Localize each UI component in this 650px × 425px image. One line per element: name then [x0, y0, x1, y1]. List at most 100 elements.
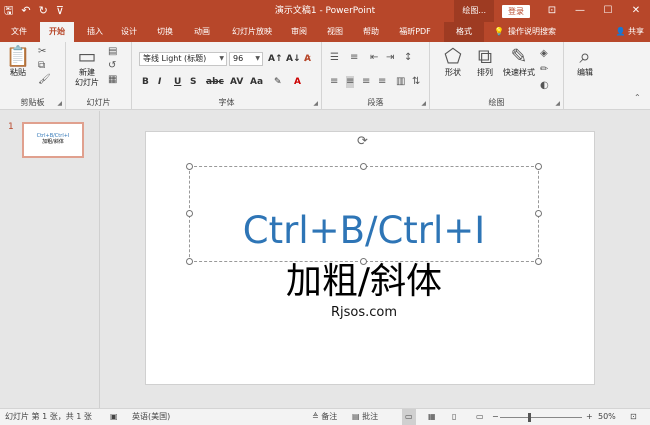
tab-help[interactable]: 帮助: [356, 22, 386, 42]
clipboard-launcher-icon[interactable]: ◢: [57, 100, 62, 107]
tab-animations[interactable]: 动画: [186, 22, 218, 42]
align-left-icon[interactable]: ≡: [330, 76, 338, 88]
minimize-icon[interactable]: —: [566, 0, 594, 22]
decrease-indent-icon[interactable]: ⇤: [370, 52, 378, 64]
font-group-label: 字体: [218, 98, 235, 107]
zoom-slider-track[interactable]: [500, 417, 582, 418]
slide-subtitle-text[interactable]: 加粗/斜体: [190, 260, 538, 304]
login-button[interactable]: 登录: [502, 4, 530, 18]
paste-button[interactable]: 📋 粘贴: [4, 44, 32, 78]
arrange-label: 排列: [477, 68, 493, 77]
normal-view-icon[interactable]: ▭: [402, 409, 416, 425]
justify-icon[interactable]: ≡: [378, 76, 386, 88]
spelling-icon[interactable]: ▣: [110, 409, 118, 425]
new-slide-button[interactable]: ▭ 新建 幻灯片: [70, 44, 104, 88]
thumbnail-line-2: 加粗/斜体: [42, 139, 64, 145]
section-icon[interactable]: ▦: [108, 74, 117, 86]
reading-view-icon[interactable]: ▯: [452, 409, 456, 425]
shadow-icon[interactable]: S: [190, 76, 196, 88]
increase-indent-icon[interactable]: ⇥: [386, 52, 394, 64]
close-icon[interactable]: ✕: [622, 0, 650, 22]
zoom-out-icon[interactable]: −: [492, 409, 499, 425]
quick-styles-button[interactable]: ✎ 快速样式: [500, 44, 538, 78]
tab-review[interactable]: 审阅: [284, 22, 314, 42]
align-right-icon[interactable]: ≡: [362, 76, 370, 88]
ribbon-display-icon[interactable]: ⊡: [538, 0, 566, 22]
notes-label: 备注: [321, 412, 338, 421]
new-slide-label-2: 幻灯片: [75, 78, 99, 87]
shapes-button[interactable]: ⬠ 形状: [438, 44, 468, 78]
layout-icon[interactable]: ▤: [108, 46, 117, 58]
resize-handle[interactable]: [535, 163, 542, 170]
tab-slideshow[interactable]: 幻灯片放映: [224, 22, 280, 42]
italic-icon[interactable]: I: [158, 76, 161, 88]
zoom-slider-thumb[interactable]: [528, 413, 531, 422]
copy-icon[interactable]: ⧉: [38, 60, 45, 72]
resize-handle[interactable]: [186, 163, 193, 170]
clipboard-group-label: 剪贴板: [20, 98, 45, 107]
editing-label: 编辑: [577, 68, 593, 77]
slide-website-text[interactable]: Rjsos.com: [190, 305, 538, 321]
editing-button[interactable]: ⌕ 编辑: [568, 44, 602, 78]
zoom-in-icon[interactable]: +: [586, 409, 593, 425]
slide-number: 1: [8, 122, 14, 132]
font-name-value: 等线 Light (标题): [143, 54, 207, 63]
tab-foxit-pdf[interactable]: 福昕PDF: [392, 22, 438, 42]
line-spacing-icon[interactable]: ↕: [404, 52, 412, 64]
slide-thumbnail[interactable]: Ctrl+B/Ctrl+I 加粗/斜体: [22, 122, 84, 158]
clipboard-group: 📋 粘贴 ✂ ⧉ 🖌 剪贴板 ◢: [0, 42, 66, 110]
tell-me-search[interactable]: 💡 操作说明搜索: [494, 22, 556, 42]
strikethrough-icon[interactable]: abc: [206, 76, 224, 88]
tab-transitions[interactable]: 切换: [150, 22, 180, 42]
share-button[interactable]: 👤 共享: [615, 22, 644, 42]
chevron-down-icon: ▼: [255, 55, 260, 62]
new-slide-icon: ▭: [77, 44, 97, 68]
tab-insert[interactable]: 插入: [80, 22, 110, 42]
clear-formatting-icon[interactable]: A̷: [304, 53, 311, 65]
font-size-combo[interactable]: 96 ▼: [229, 52, 263, 66]
tab-design[interactable]: 设计: [114, 22, 144, 42]
drawing-launcher-icon[interactable]: ◢: [555, 100, 560, 107]
bullets-icon[interactable]: ☰: [330, 52, 339, 64]
collapse-ribbon-icon[interactable]: ⌃: [634, 92, 641, 104]
rotate-handle-icon[interactable]: ⟳: [357, 134, 368, 149]
shape-effects-icon[interactable]: ◐: [540, 80, 549, 92]
numbering-icon[interactable]: ≡: [350, 52, 358, 64]
slideshow-icon[interactable]: ▭: [476, 409, 484, 425]
language[interactable]: 英语(美国): [132, 409, 170, 425]
change-case-icon[interactable]: Aa: [250, 76, 263, 88]
decrease-font-icon[interactable]: A↓: [286, 53, 301, 65]
tab-home[interactable]: 开始: [40, 22, 74, 42]
drawing-group-label: 绘图: [488, 98, 505, 107]
tab-file[interactable]: 文件: [4, 22, 34, 42]
text-direction-icon[interactable]: ⇅: [412, 76, 420, 88]
zoom-level[interactable]: 50%: [598, 409, 616, 425]
slide-sorter-icon[interactable]: ▦: [428, 409, 436, 425]
tab-view[interactable]: 视图: [320, 22, 350, 42]
resize-handle[interactable]: [360, 163, 367, 170]
increase-font-icon[interactable]: A↑: [268, 53, 283, 65]
comments-button[interactable]: ▤ 批注: [352, 409, 378, 425]
fit-to-window-icon[interactable]: ⊡: [630, 409, 637, 425]
font-color-icon[interactable]: A: [294, 76, 301, 88]
format-painter-icon[interactable]: 🖌: [38, 74, 51, 86]
shape-fill-icon[interactable]: ◈: [540, 48, 548, 60]
char-spacing-icon[interactable]: AV: [230, 76, 243, 88]
font-name-combo[interactable]: 等线 Light (标题) ▼: [139, 52, 227, 66]
font-launcher-icon[interactable]: ◢: [313, 100, 318, 107]
bold-icon[interactable]: B: [142, 76, 149, 88]
tab-format[interactable]: 格式: [444, 22, 484, 42]
cut-icon[interactable]: ✂: [38, 46, 46, 58]
underline-icon[interactable]: U: [174, 76, 181, 88]
columns-icon[interactable]: ▥: [396, 76, 405, 88]
highlight-icon[interactable]: ✎: [274, 76, 282, 88]
arrange-button[interactable]: ⧉ 排列: [470, 44, 500, 78]
maximize-icon[interactable]: ☐: [594, 0, 622, 22]
notes-button[interactable]: ≜ 备注: [312, 409, 337, 425]
align-center-icon[interactable]: ≡: [346, 76, 355, 88]
reset-icon[interactable]: ↺: [108, 60, 116, 72]
slide-title-text[interactable]: Ctrl+B/Ctrl+I: [190, 207, 538, 255]
clipboard-icon: 📋: [5, 44, 31, 68]
shape-outline-icon[interactable]: ✏: [540, 64, 548, 76]
paragraph-launcher-icon[interactable]: ◢: [421, 100, 426, 107]
